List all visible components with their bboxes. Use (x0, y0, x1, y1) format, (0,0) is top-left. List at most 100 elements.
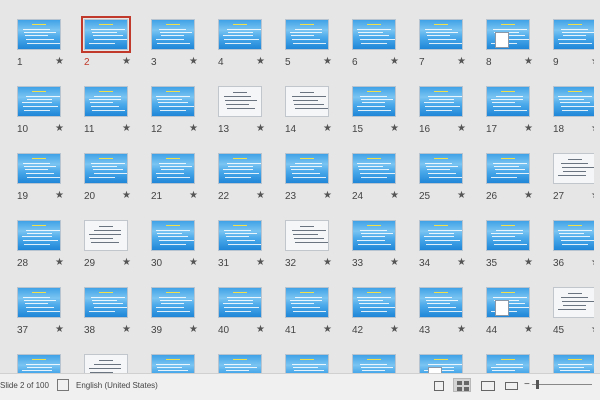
slide-thumbnail-cell[interactable]: 42 ★ (352, 287, 412, 341)
transition-star-icon[interactable]: ★ (323, 190, 332, 201)
slide-thumbnail-cell[interactable]: 38 ★ (84, 287, 144, 341)
slide-thumbnail[interactable] (352, 86, 396, 117)
slide-thumbnail[interactable] (486, 19, 530, 50)
slide-thumbnail[interactable] (285, 19, 329, 50)
slide-thumbnail[interactable] (553, 354, 597, 373)
slide-thumbnail-cell[interactable]: 8 ★ (486, 19, 546, 73)
slide-thumbnail[interactable] (486, 86, 530, 117)
transition-star-icon[interactable]: ★ (524, 324, 533, 335)
slide-thumbnail-cell[interactable]: 3 ★ (151, 19, 211, 73)
transition-star-icon[interactable]: ★ (189, 190, 198, 201)
transition-star-icon[interactable]: ★ (457, 324, 466, 335)
slide-thumbnail[interactable] (419, 354, 463, 373)
slide-thumbnail[interactable] (218, 287, 262, 318)
transition-star-icon[interactable]: ★ (524, 56, 533, 67)
transition-star-icon[interactable]: ★ (524, 257, 533, 268)
slide-thumbnail-cell[interactable]: 25 ★ (419, 153, 479, 207)
slide-thumbnail[interactable] (151, 220, 195, 251)
slide-sorter-pane[interactable]: 1★2★3★4★5★6★7★8★9★10★11★12★13★14★15★16★1… (0, 0, 600, 373)
slide-thumbnail-cell[interactable]: 6 ★ (352, 19, 412, 73)
slide-thumbnail[interactable] (81, 16, 131, 53)
slide-thumbnail-cell[interactable]: 19 ★ (17, 153, 77, 207)
slide-thumbnail[interactable] (285, 220, 329, 251)
zoom-out-button[interactable]: − (524, 379, 530, 390)
transition-star-icon[interactable]: ★ (457, 257, 466, 268)
slide-thumbnail-cell[interactable]: 32 ★ (285, 220, 345, 274)
transition-star-icon[interactable]: ★ (189, 56, 198, 67)
slide-thumbnail-cell[interactable]: 45★ (553, 287, 600, 341)
language-label[interactable]: English (United States) (76, 381, 158, 390)
slide-thumbnail-cell[interactable]: 30 ★ (151, 220, 211, 274)
slide-thumbnail-cell[interactable]: 36★ (553, 220, 600, 274)
reading-view-button[interactable] (477, 378, 495, 392)
slide-thumbnail[interactable] (486, 220, 530, 251)
slide-thumbnail-cell[interactable]: 18★ (553, 86, 600, 140)
slide-thumbnail-cell[interactable]: 21 ★ (151, 153, 211, 207)
transition-star-icon[interactable]: ★ (390, 56, 399, 67)
slide-thumbnail[interactable] (151, 354, 195, 373)
slide-thumbnail[interactable] (486, 153, 530, 184)
slide-thumbnail[interactable] (486, 287, 530, 318)
slide-thumbnail[interactable] (553, 153, 597, 184)
slide-thumbnail[interactable] (285, 153, 329, 184)
slide-thumbnail-cell[interactable]: 15 ★ (352, 86, 412, 140)
transition-star-icon[interactable]: ★ (55, 123, 64, 134)
slide-thumbnail[interactable] (486, 354, 530, 373)
slide-thumbnail-cell[interactable]: 34 ★ (419, 220, 479, 274)
slide-thumbnail-cell[interactable]: 26 ★ (486, 153, 546, 207)
slide-thumbnail-cell[interactable] (553, 354, 600, 373)
notes-view-button[interactable] (429, 378, 447, 392)
slide-thumbnail[interactable] (553, 19, 597, 50)
slide-thumbnail[interactable] (285, 354, 329, 373)
transition-star-icon[interactable]: ★ (122, 190, 131, 201)
slide-thumbnail-cell[interactable] (352, 354, 412, 373)
slide-thumbnail[interactable] (84, 86, 128, 117)
transition-star-icon[interactable]: ★ (256, 324, 265, 335)
transition-star-icon[interactable]: ★ (189, 123, 198, 134)
slide-thumbnail[interactable] (352, 287, 396, 318)
slide-thumbnail[interactable] (218, 354, 262, 373)
slide-thumbnail-cell[interactable]: 5 ★ (285, 19, 345, 73)
slide-thumbnail[interactable] (218, 86, 262, 117)
transition-star-icon[interactable]: ★ (256, 123, 265, 134)
transition-star-icon[interactable]: ★ (524, 123, 533, 134)
zoom-slider[interactable] (532, 384, 592, 385)
slide-thumbnail[interactable] (285, 86, 329, 117)
slide-thumbnail[interactable] (553, 287, 597, 318)
transition-star-icon[interactable]: ★ (122, 324, 131, 335)
slide-thumbnail-cell[interactable]: 31 ★ (218, 220, 278, 274)
slide-thumbnail-cell[interactable]: 14 ★ (285, 86, 345, 140)
transition-star-icon[interactable]: ★ (122, 56, 131, 67)
slide-thumbnail[interactable] (419, 220, 463, 251)
transition-star-icon[interactable]: ★ (122, 257, 131, 268)
slide-thumbnail-cell[interactable]: 1 ★ (17, 19, 77, 73)
slide-thumbnail[interactable] (419, 19, 463, 50)
slide-thumbnail-cell[interactable]: 35 ★ (486, 220, 546, 274)
transition-star-icon[interactable]: ★ (390, 123, 399, 134)
slide-thumbnail-cell[interactable]: 29 ★ (84, 220, 144, 274)
slide-thumbnail[interactable] (151, 86, 195, 117)
slide-thumbnail[interactable] (218, 220, 262, 251)
transition-star-icon[interactable]: ★ (189, 257, 198, 268)
slide-thumbnail-cell[interactable]: 37 ★ (17, 287, 77, 341)
transition-star-icon[interactable]: ★ (524, 190, 533, 201)
slide-thumbnail-cell[interactable]: 40 ★ (218, 287, 278, 341)
transition-star-icon[interactable]: ★ (256, 56, 265, 67)
slide-thumbnail-cell[interactable]: 33 ★ (352, 220, 412, 274)
zoom-slider-thumb[interactable] (536, 380, 539, 389)
slide-thumbnail[interactable] (553, 220, 597, 251)
slide-thumbnail-cell[interactable]: 23 ★ (285, 153, 345, 207)
slide-thumbnail-cell[interactable]: 41 ★ (285, 287, 345, 341)
slide-thumbnail[interactable] (84, 287, 128, 318)
transition-star-icon[interactable]: ★ (457, 123, 466, 134)
slide-thumbnail[interactable] (17, 86, 61, 117)
slide-thumbnail[interactable] (17, 19, 61, 50)
slide-thumbnail-cell[interactable]: 24 ★ (352, 153, 412, 207)
transition-star-icon[interactable]: ★ (55, 324, 64, 335)
transition-star-icon[interactable]: ★ (256, 190, 265, 201)
slide-thumbnail[interactable] (419, 153, 463, 184)
slide-thumbnail-cell[interactable] (151, 354, 211, 373)
slide-thumbnail-cell[interactable]: 7 ★ (419, 19, 479, 73)
transition-star-icon[interactable]: ★ (323, 324, 332, 335)
slide-thumbnail-cell[interactable]: 43 ★ (419, 287, 479, 341)
